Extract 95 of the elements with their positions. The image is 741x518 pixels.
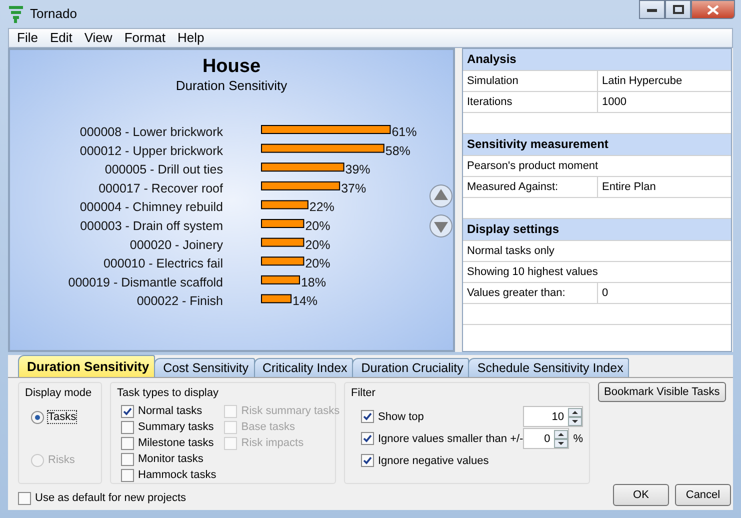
value-label: 14%: [292, 294, 318, 309]
property-label: Measured Against:: [463, 177, 598, 198]
checkbox-label: Risk impacts: [241, 437, 304, 449]
property-label: Values greater than:: [463, 283, 598, 304]
close-button[interactable]: [691, 0, 735, 19]
checkbox-label: Summary tasks: [138, 421, 214, 433]
category-label: 000005 - Drill out ties: [104, 162, 223, 177]
category-label: 000019 - Dismantle scaffold: [68, 276, 223, 290]
checkbox[interactable]: [361, 432, 374, 445]
checkbox-label: Hammock tasks: [138, 469, 216, 481]
menu-item[interactable]: File: [13, 30, 42, 46]
category-label: 000004 - Chimney rebuild: [80, 200, 223, 215]
checkbox[interactable]: [121, 420, 134, 434]
property-text: Normal tasks only: [466, 244, 556, 260]
category-label: 000012 - Upper brickwork: [80, 144, 223, 158]
checkbox-label: Monitor tasks: [138, 453, 204, 465]
property-value: 1000: [601, 95, 626, 110]
value-label: 37%: [341, 182, 366, 196]
checkbox[interactable]: [121, 436, 134, 450]
tab[interactable]: Criticality Index: [254, 358, 354, 377]
property-label: Iterations: [463, 92, 598, 112]
value-label: 20%: [305, 219, 330, 234]
value-label: 20%: [305, 238, 330, 252]
tab[interactable]: Cost Sensitivity: [154, 358, 255, 377]
scroll-up-icon[interactable]: [429, 184, 453, 208]
bar: [261, 200, 308, 210]
radio-label: Risks: [48, 454, 75, 466]
value-label: 22%: [309, 200, 334, 215]
bar: [261, 276, 300, 285]
radio-button[interactable]: [31, 410, 44, 424]
tab[interactable]: Schedule Sensitivity Index: [468, 358, 630, 377]
checkbox-label: Use as default for new projects: [35, 492, 186, 504]
maximize-icon: [672, 5, 684, 14]
group-title: Display mode: [25, 387, 93, 399]
value-label: 20%: [305, 256, 330, 271]
category-label: 000022 - Finish: [136, 294, 223, 309]
category-label: 000008 - Lower brickwork: [80, 125, 223, 140]
checkbox-label: Ignore negative values: [378, 454, 489, 466]
scroll-down-icon[interactable]: [429, 214, 453, 238]
section-header: Display settings: [463, 219, 731, 242]
property-text: Pearson's product moment: [466, 159, 600, 174]
category-label: 000020 - Joinery: [130, 238, 223, 252]
value-label: 18%: [300, 276, 326, 290]
checkbox[interactable]: [121, 452, 134, 466]
dialog-button[interactable]: OK: [613, 484, 669, 506]
number-spinner[interactable]: 10: [523, 406, 583, 427]
tab[interactable]: Duration Cruciality: [352, 358, 470, 377]
close-icon: [707, 4, 719, 14]
app-logo-icon: [8, 4, 24, 23]
number-spinner[interactable]: 0: [523, 428, 570, 449]
value-label: 39%: [345, 162, 370, 177]
checkbox-label: Base tasks: [241, 421, 296, 433]
checkbox[interactable]: [361, 454, 374, 467]
property-value: Entire Plan: [601, 180, 656, 196]
checkbox-label: Ignore values smaller than +/-: [378, 432, 524, 444]
maximize-button[interactable]: [665, 0, 691, 19]
chart-title: House: [202, 56, 261, 78]
property-text: Showing 10 highest values: [466, 265, 599, 280]
category-label: 000010 - Electrics fail: [103, 256, 223, 271]
group-title: Filter: [351, 387, 376, 399]
minimize-icon: [647, 8, 657, 12]
checkbox-label: Risk summary tasks: [241, 405, 340, 417]
property-label: Simulation: [463, 71, 598, 92]
minimize-button[interactable]: [639, 0, 665, 19]
checkbox[interactable]: [18, 492, 31, 504]
bookmark-button[interactable]: Bookmark Visible Tasks: [598, 382, 726, 402]
unit-label: %: [573, 432, 583, 444]
category-label: 000003 - Drain off system: [80, 219, 223, 234]
property-value: 0: [601, 286, 608, 302]
checkbox[interactable]: [121, 404, 134, 418]
dialog-button[interactable]: Cancel: [675, 484, 731, 506]
category-label: 000017 - Recover roof: [98, 182, 223, 196]
checkbox-label: Show top: [378, 410, 424, 422]
bar: [261, 219, 304, 228]
value-label: 61%: [392, 125, 417, 140]
section-header: Sensitivity measurement: [463, 134, 731, 156]
tab[interactable]: Duration Sensitivity: [18, 355, 156, 377]
chart-subtitle: Duration Sensitivity: [176, 78, 288, 94]
checkbox[interactable]: [121, 468, 134, 482]
checkbox[interactable]: [361, 410, 374, 423]
menu-item[interactable]: View: [80, 30, 116, 46]
section-header: Analysis: [463, 49, 731, 72]
bar: [261, 238, 304, 248]
checkbox-label: Milestone tasks: [138, 437, 214, 449]
bar: [261, 294, 292, 304]
menu-item[interactable]: Edit: [46, 30, 76, 46]
bar: [261, 256, 304, 266]
menu-item[interactable]: Format: [120, 30, 170, 46]
menu-item[interactable]: Help: [173, 30, 208, 46]
radio-label: Tasks: [48, 411, 76, 423]
window-title: Tornado: [30, 6, 77, 22]
group-title: Task types to display: [117, 387, 220, 399]
value-label: 58%: [385, 144, 410, 158]
checkbox-label: Normal tasks: [138, 405, 202, 417]
property-value: Latin Hypercube: [601, 74, 682, 90]
